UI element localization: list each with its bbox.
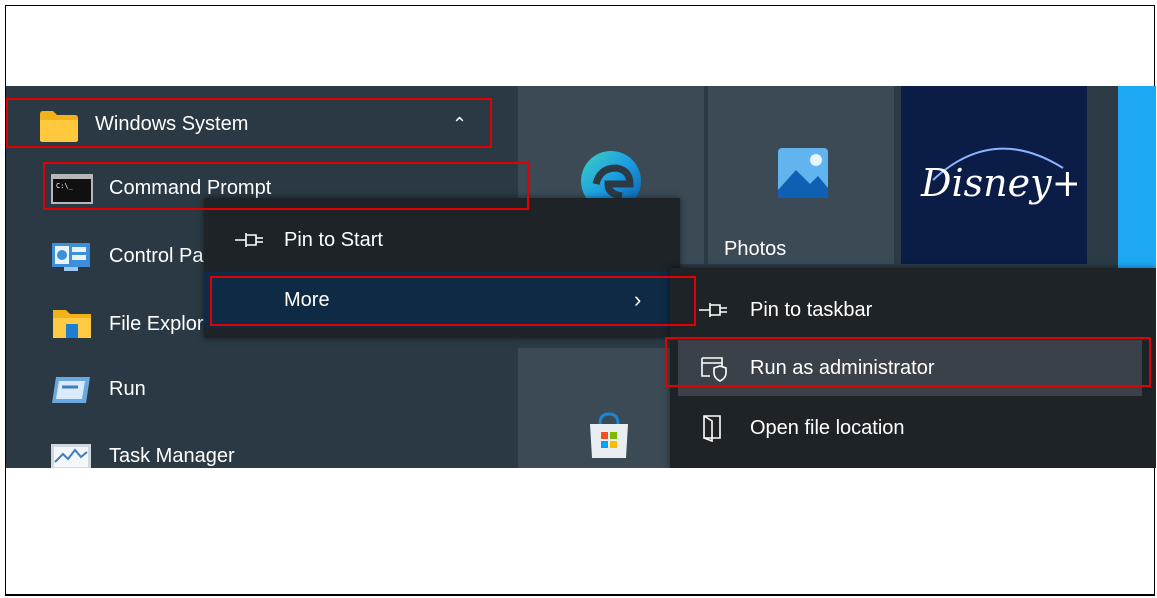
run-as-admin-icon <box>701 357 727 382</box>
control-panel-icon <box>52 243 90 271</box>
menu-item-label: Open file location <box>750 416 905 439</box>
tile-photos-label: Photos <box>724 238 787 260</box>
folder-icon <box>40 111 78 142</box>
app-item-label: File Explor <box>109 312 204 335</box>
tile-photos[interactable]: Photos <box>708 86 894 264</box>
disney-plus-logo: Disney+ <box>920 147 1077 205</box>
app-item-task-manager[interactable]: Task Manager <box>6 428 514 468</box>
group-label: Windows System <box>95 112 249 135</box>
menu-item-label: Run as administrator <box>750 356 935 379</box>
collapse-chevron-icon[interactable]: ⌃ <box>452 114 467 135</box>
app-item-label: Control Pa <box>109 244 204 267</box>
store-icon <box>590 412 628 458</box>
file-location-icon <box>703 415 721 442</box>
menu-item-more[interactable]: More › <box>204 272 680 328</box>
app-item-label: Command Prompt <box>109 176 272 199</box>
menu-item-label: More <box>284 288 330 311</box>
menu-item-pin-to-taskbar[interactable]: Pin to taskbar <box>670 282 1156 338</box>
tile-disney-plus[interactable]: Disney+ <box>901 86 1087 264</box>
pin-icon <box>699 303 727 317</box>
run-icon <box>52 377 90 403</box>
menu-item-open-file-location[interactable]: Open file location <box>670 400 1156 456</box>
app-item-label: Task Manager <box>109 444 235 467</box>
svg-text:C:\_: C:\_ <box>56 182 74 190</box>
file-explorer-icon <box>53 310 91 338</box>
menu-item-label: Pin to taskbar <box>750 298 873 321</box>
menu-item-label: Pin to Start <box>284 228 383 251</box>
app-item-run[interactable]: Run <box>6 361 514 417</box>
photos-icon <box>778 148 828 198</box>
command-prompt-icon: C:\_ <box>51 174 93 204</box>
submenu: Pin to taskbar Run as administrator Open… <box>670 268 1156 468</box>
pin-icon <box>235 233 263 247</box>
chevron-right-icon: › <box>634 287 642 312</box>
group-windows-system[interactable]: Windows System ⌃ <box>6 96 514 152</box>
menu-item-run-as-administrator[interactable]: Run as administrator <box>678 340 1142 396</box>
task-manager-icon <box>51 444 91 468</box>
context-menu: Pin to Start More › <box>204 198 680 338</box>
svg-text:Disney+: Disney+ <box>920 161 1077 205</box>
menu-item-pin-to-start[interactable]: Pin to Start <box>204 212 680 268</box>
start-menu-screenshot: Windows System ⌃ C:\_ Command Prompt Con… <box>6 86 1156 468</box>
app-item-label: Run <box>109 377 146 400</box>
